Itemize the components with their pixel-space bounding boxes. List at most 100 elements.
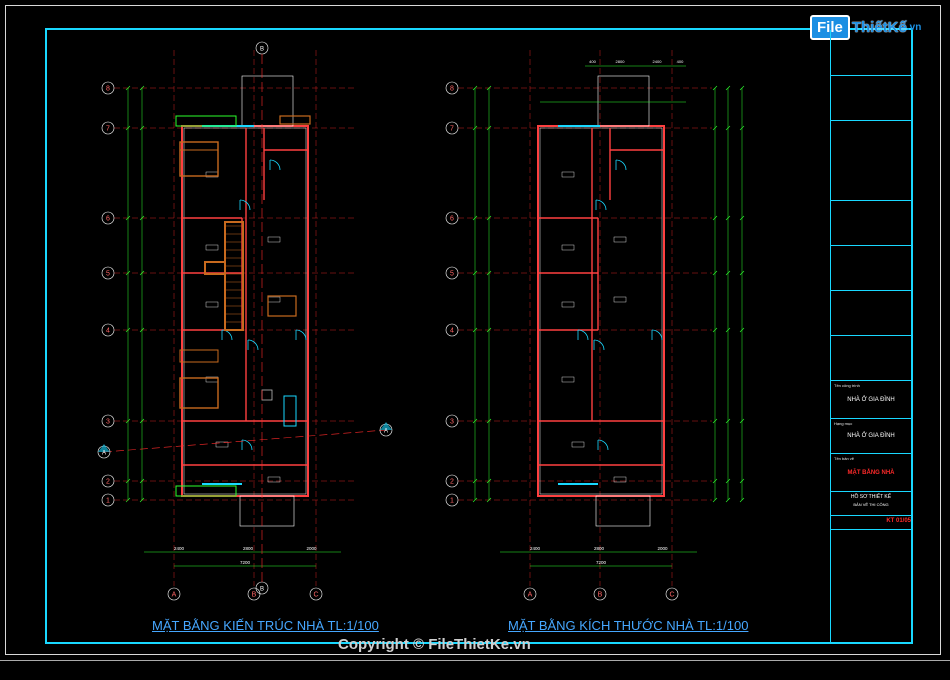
grid-row-label: 3 (450, 419, 454, 426)
grid-col-label: B (252, 592, 257, 599)
drawing-name: MẶT BẰNG NHÀ (847, 470, 895, 476)
rear-planter (175, 115, 237, 127)
cad-drawing-canvas: 87654321A B C2400 2800 20007200AABB 87654321… (97, 41, 745, 601)
room-level-tag (561, 376, 575, 383)
inner-wall-line (539, 127, 663, 495)
project-name: NHÀ Ở GIA ĐÌNH (847, 397, 895, 403)
front-porch (595, 495, 651, 527)
grid-row-label: 4 (106, 328, 110, 335)
armchair (261, 389, 273, 401)
room-level-tag (613, 476, 627, 483)
item-name: NHÀ Ở GIA ĐÌNH (847, 433, 895, 439)
door-swing (595, 199, 607, 211)
grid-row-label: 3 (106, 419, 110, 426)
command-line-divider (0, 660, 950, 661)
door-swing (615, 159, 627, 171)
tb-row-design-notes: HỒ SƠ THIẾT KẾ BẢN VẼ THI CÔNG (831, 491, 911, 516)
room-level-tag (267, 476, 281, 483)
front-planter (175, 485, 237, 497)
bottom-dimension-text: 2800 (243, 546, 254, 551)
tb-row-approval (831, 120, 911, 201)
item-label: Hạng mục (834, 421, 853, 426)
grid-row-label: 6 (450, 216, 454, 223)
bed-master (179, 141, 219, 177)
tb-row-item: Hạng mục NHÀ Ở GIA ĐÌNH (831, 418, 911, 454)
rear-balcony (597, 75, 650, 127)
room-level-tag (205, 301, 219, 308)
top-dimension-text: 2800 (616, 59, 626, 64)
room-level-tag (613, 236, 627, 243)
section-b-label: B (260, 47, 264, 53)
grid-col-label: A (528, 592, 533, 599)
bottom-dimension-text: 2000 (306, 546, 317, 551)
grid-row-label: 4 (450, 328, 454, 335)
top-dimension-text: 400 (677, 59, 684, 64)
grid-col-label: A (172, 592, 177, 599)
tb-row-drafter (831, 290, 911, 336)
grid-row-label: 7 (450, 126, 454, 133)
door-swing (269, 159, 281, 171)
tb-row-sheet: KT 01/05 (831, 515, 911, 530)
grid-row-label: 2 (106, 479, 110, 486)
grid-col-label: C (313, 592, 318, 599)
room-level-tag (571, 441, 585, 448)
bed-secondary (179, 377, 219, 409)
bottom-dimension-text: 2800 (594, 546, 605, 551)
tb-row-checker (831, 335, 911, 381)
grid-row-label: 2 (450, 479, 454, 486)
top-dimension-text: 400 (589, 59, 596, 64)
design-note-1: HỒ SƠ THIẾT KẾ (850, 494, 892, 500)
grid-row-label: 5 (106, 271, 110, 278)
tb-row-owner (831, 75, 911, 121)
project-label: Tên công trình (834, 383, 860, 388)
sheet-code: KT 01/05 (886, 518, 911, 524)
dimension-floor-plan: 8 7 6 5 4 3 2 1 A B C 2400 2800 2000 7200 400 2800 2400 40… (445, 50, 745, 601)
top-dimension-text: 2400 (653, 59, 663, 64)
tb-row-supervisor (831, 200, 911, 246)
door-swing (239, 199, 251, 211)
drawing-label: Tên bản vẽ (834, 456, 855, 461)
door-swing (295, 329, 307, 341)
section-marker-label: A (384, 429, 388, 435)
section-marker-label: A (102, 451, 106, 457)
section-b-label: B (260, 587, 264, 593)
kitchen-counter (279, 115, 311, 125)
door-swing (241, 439, 253, 451)
door-swing (651, 329, 663, 341)
bed-pillow (179, 141, 219, 151)
section-cut-line (103, 429, 387, 453)
inner-wall-line (183, 127, 307, 495)
bottom-dimension-text: 2000 (657, 546, 668, 551)
room-level-tag (613, 296, 627, 303)
copyright-text: Copyright © FileThietKe.vn (338, 636, 531, 653)
wardrobe (179, 349, 219, 363)
grid-row-label: 8 (106, 86, 110, 93)
tb-row-designer (831, 245, 911, 291)
stair-landing (204, 261, 226, 275)
grid-row-label: 7 (106, 126, 110, 133)
overall-dimension-text: 7200 (596, 560, 607, 565)
room-level-tag (267, 236, 281, 243)
room-level-tag (561, 171, 575, 178)
door-swing (597, 439, 609, 451)
grid-col-label: C (669, 592, 674, 599)
door-swing (221, 329, 233, 341)
bottom-dimension-text: 2400 (530, 546, 541, 551)
left-plan-caption: MẶT BẰNG KIẾN TRÚC NHÀ TL:1/100 (152, 618, 379, 633)
grid-row-label: 6 (106, 216, 110, 223)
room-level-tag (561, 244, 575, 251)
bottom-dimension-text: 2400 (174, 546, 185, 551)
room-level-tag (205, 244, 219, 251)
architectural-floor-plan: 87654321A B C2400 2800 20007200AABB (97, 41, 393, 601)
front-porch (239, 495, 295, 527)
tb-row-scale (831, 529, 911, 542)
design-note-2: BẢN VẼ THI CÔNG (853, 502, 889, 507)
door-swing (577, 329, 589, 341)
room-level-tag (267, 296, 281, 303)
tb-row-drawing: Tên bản vẽ MẶT BẰNG NHÀ (831, 453, 911, 492)
grid-row-label: 8 (450, 86, 454, 93)
rear-balcony (241, 75, 294, 127)
door-swing (593, 339, 605, 351)
overall-dimension-text: 7200 (240, 560, 251, 565)
grid-row-label: 5 (450, 271, 454, 278)
